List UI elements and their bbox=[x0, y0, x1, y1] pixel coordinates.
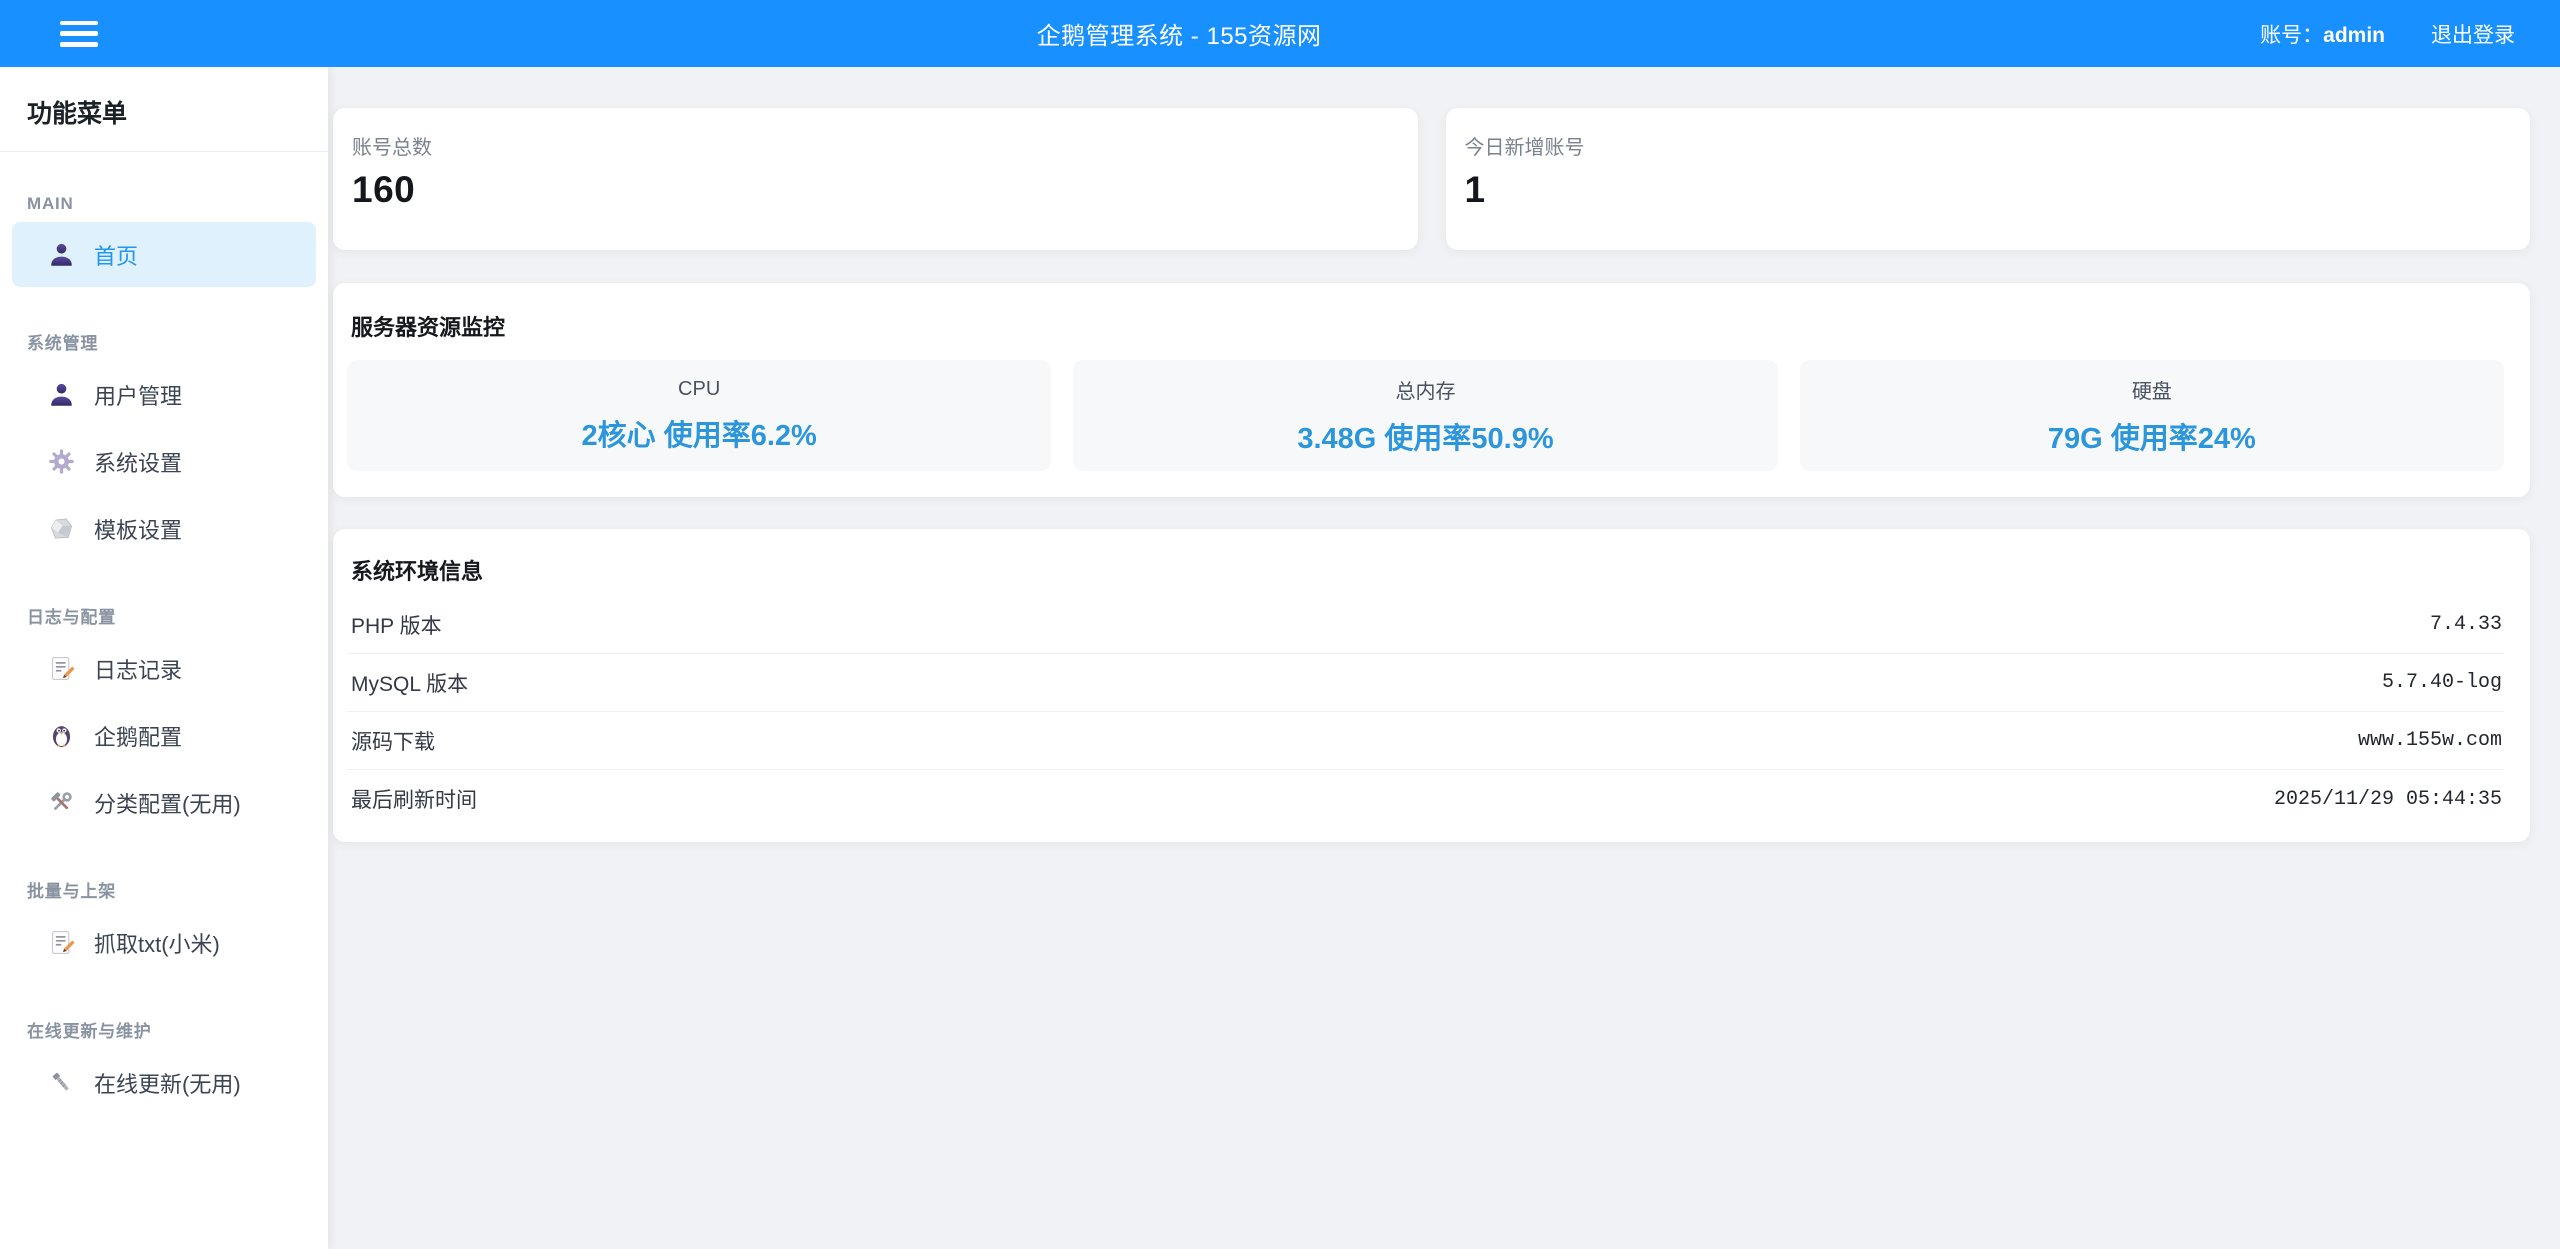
app-root: 企鹅管理系统 - 155资源网 账号：admin 退出登录 功能菜单 MAIN … bbox=[0, 0, 2560, 1249]
sidebar-item-category-config[interactable]: 分类配置(无用) bbox=[12, 770, 316, 835]
sidebar-item-label: 用户管理 bbox=[94, 379, 182, 411]
rock-icon bbox=[48, 515, 75, 542]
metric-card-cpu: CPU 2核心 使用率6.2% bbox=[347, 360, 1051, 471]
stat-label: 账号总数 bbox=[352, 131, 1392, 160]
metric-value: 3.48G 使用率50.9% bbox=[1297, 415, 1553, 457]
env-label: MySQL 版本 bbox=[351, 668, 468, 698]
metric-card-memory: 总内存 3.48G 使用率50.9% bbox=[1073, 360, 1777, 471]
sidebar-divider bbox=[0, 151, 328, 152]
account-info: 账号：admin bbox=[2260, 19, 2385, 49]
stat-value: 160 bbox=[352, 169, 1392, 211]
penguin-icon bbox=[48, 722, 75, 749]
server-monitor-title: 服务器资源监控 bbox=[347, 310, 2504, 342]
sidebar-section-system: 系统管理 bbox=[27, 329, 301, 354]
app-header: 企鹅管理系统 - 155资源网 账号：admin 退出登录 bbox=[0, 0, 2560, 67]
account-label: 账号： bbox=[2260, 24, 2323, 47]
user-icon bbox=[48, 381, 75, 408]
sidebar-item-grab-txt[interactable]: 抓取txt(小米) bbox=[12, 910, 316, 975]
env-row-last-refresh: 最后刷新时间 2025/11/29 05:44:35 bbox=[347, 770, 2504, 828]
system-env-table: PHP 版本 7.4.33 MySQL 版本 5.7.40-log 源码下载 w… bbox=[347, 596, 2504, 828]
system-env-title: 系统环境信息 bbox=[347, 554, 2504, 586]
stat-row: 账号总数 160 今日新增账号 1 bbox=[333, 108, 2530, 250]
stat-value: 1 bbox=[1465, 169, 2505, 211]
stat-card-new-accounts-today: 今日新增账号 1 bbox=[1446, 108, 2531, 250]
sidebar-item-label: 分类配置(无用) bbox=[94, 787, 241, 819]
stat-label: 今日新增账号 bbox=[1465, 131, 2505, 160]
logout-link[interactable]: 退出登录 bbox=[2431, 19, 2515, 49]
metric-value: 2核心 使用率6.2% bbox=[582, 412, 817, 454]
env-value: www.155w.com bbox=[2358, 729, 2502, 752]
sidebar-section-update: 在线更新与维护 bbox=[27, 1017, 301, 1042]
sidebar: 功能菜单 MAIN 首页 系统管理 用户管理 系统设置 模板设置 日志与配置 日… bbox=[0, 67, 328, 1249]
env-value: 5.7.40-log bbox=[2382, 671, 2502, 694]
env-value: 2025/11/29 05:44:35 bbox=[2274, 788, 2502, 811]
sidebar-item-label: 系统设置 bbox=[94, 446, 182, 478]
sidebar-item-online-update[interactable]: 在线更新(无用) bbox=[12, 1050, 316, 1115]
env-value: 7.4.33 bbox=[2430, 613, 2502, 636]
env-row-mysql: MySQL 版本 5.7.40-log bbox=[347, 654, 2504, 712]
main-content: 账号总数 160 今日新增账号 1 服务器资源监控 CPU 2核心 使用率6.2… bbox=[328, 67, 2560, 1249]
sidebar-item-penguin-config[interactable]: 企鹅配置 bbox=[12, 703, 316, 768]
metric-label: 硬盘 bbox=[2132, 375, 2172, 404]
sidebar-item-system-settings[interactable]: 系统设置 bbox=[12, 429, 316, 494]
env-label: 最后刷新时间 bbox=[351, 784, 477, 814]
env-row-source-download: 源码下载 www.155w.com bbox=[347, 712, 2504, 770]
env-label: PHP 版本 bbox=[351, 610, 442, 640]
sidebar-item-label: 企鹅配置 bbox=[94, 720, 182, 752]
sidebar-item-label: 日志记录 bbox=[94, 653, 182, 685]
env-row-php: PHP 版本 7.4.33 bbox=[347, 596, 2504, 654]
sidebar-item-template-settings[interactable]: 模板设置 bbox=[12, 496, 316, 561]
stat-card-total-accounts: 账号总数 160 bbox=[333, 108, 1418, 250]
sidebar-title: 功能菜单 bbox=[0, 67, 328, 151]
sidebar-item-label: 模板设置 bbox=[94, 513, 182, 545]
gear-icon bbox=[48, 448, 75, 475]
hammer-wrench-icon bbox=[48, 789, 75, 816]
system-env-card: 系统环境信息 PHP 版本 7.4.33 MySQL 版本 5.7.40-log… bbox=[333, 529, 2530, 842]
sidebar-section-logs-config: 日志与配置 bbox=[27, 603, 301, 628]
memo-icon bbox=[48, 929, 75, 956]
sidebar-item-label: 抓取txt(小米) bbox=[94, 927, 220, 959]
sidebar-item-log-records[interactable]: 日志记录 bbox=[12, 636, 316, 701]
server-monitor-card: 服务器资源监控 CPU 2核心 使用率6.2% 总内存 3.48G 使用率50.… bbox=[333, 283, 2530, 497]
menu-toggle-icon[interactable] bbox=[60, 21, 98, 47]
app-title: 企鹅管理系统 - 155资源网 bbox=[98, 16, 2260, 51]
sidebar-item-user-management[interactable]: 用户管理 bbox=[12, 362, 316, 427]
env-label: 源码下载 bbox=[351, 726, 435, 756]
sidebar-section-main: MAIN bbox=[27, 194, 301, 214]
sidebar-item-home[interactable]: 首页 bbox=[12, 222, 316, 287]
sidebar-item-label: 在线更新(无用) bbox=[94, 1067, 241, 1099]
metric-value: 79G 使用率24% bbox=[2048, 415, 2256, 457]
user-icon bbox=[48, 241, 75, 268]
metric-card-disk: 硬盘 79G 使用率24% bbox=[1800, 360, 2504, 471]
metric-label: CPU bbox=[678, 378, 720, 401]
metric-label: 总内存 bbox=[1395, 375, 1455, 404]
memo-icon bbox=[48, 655, 75, 682]
header-account-area: 账号：admin 退出登录 bbox=[2260, 19, 2515, 49]
nut-bolt-icon bbox=[48, 1069, 75, 1096]
sidebar-section-batch: 批量与上架 bbox=[27, 877, 301, 902]
account-name: admin bbox=[2323, 24, 2385, 47]
metric-row: CPU 2核心 使用率6.2% 总内存 3.48G 使用率50.9% 硬盘 79… bbox=[347, 360, 2504, 471]
sidebar-item-label: 首页 bbox=[94, 239, 138, 271]
